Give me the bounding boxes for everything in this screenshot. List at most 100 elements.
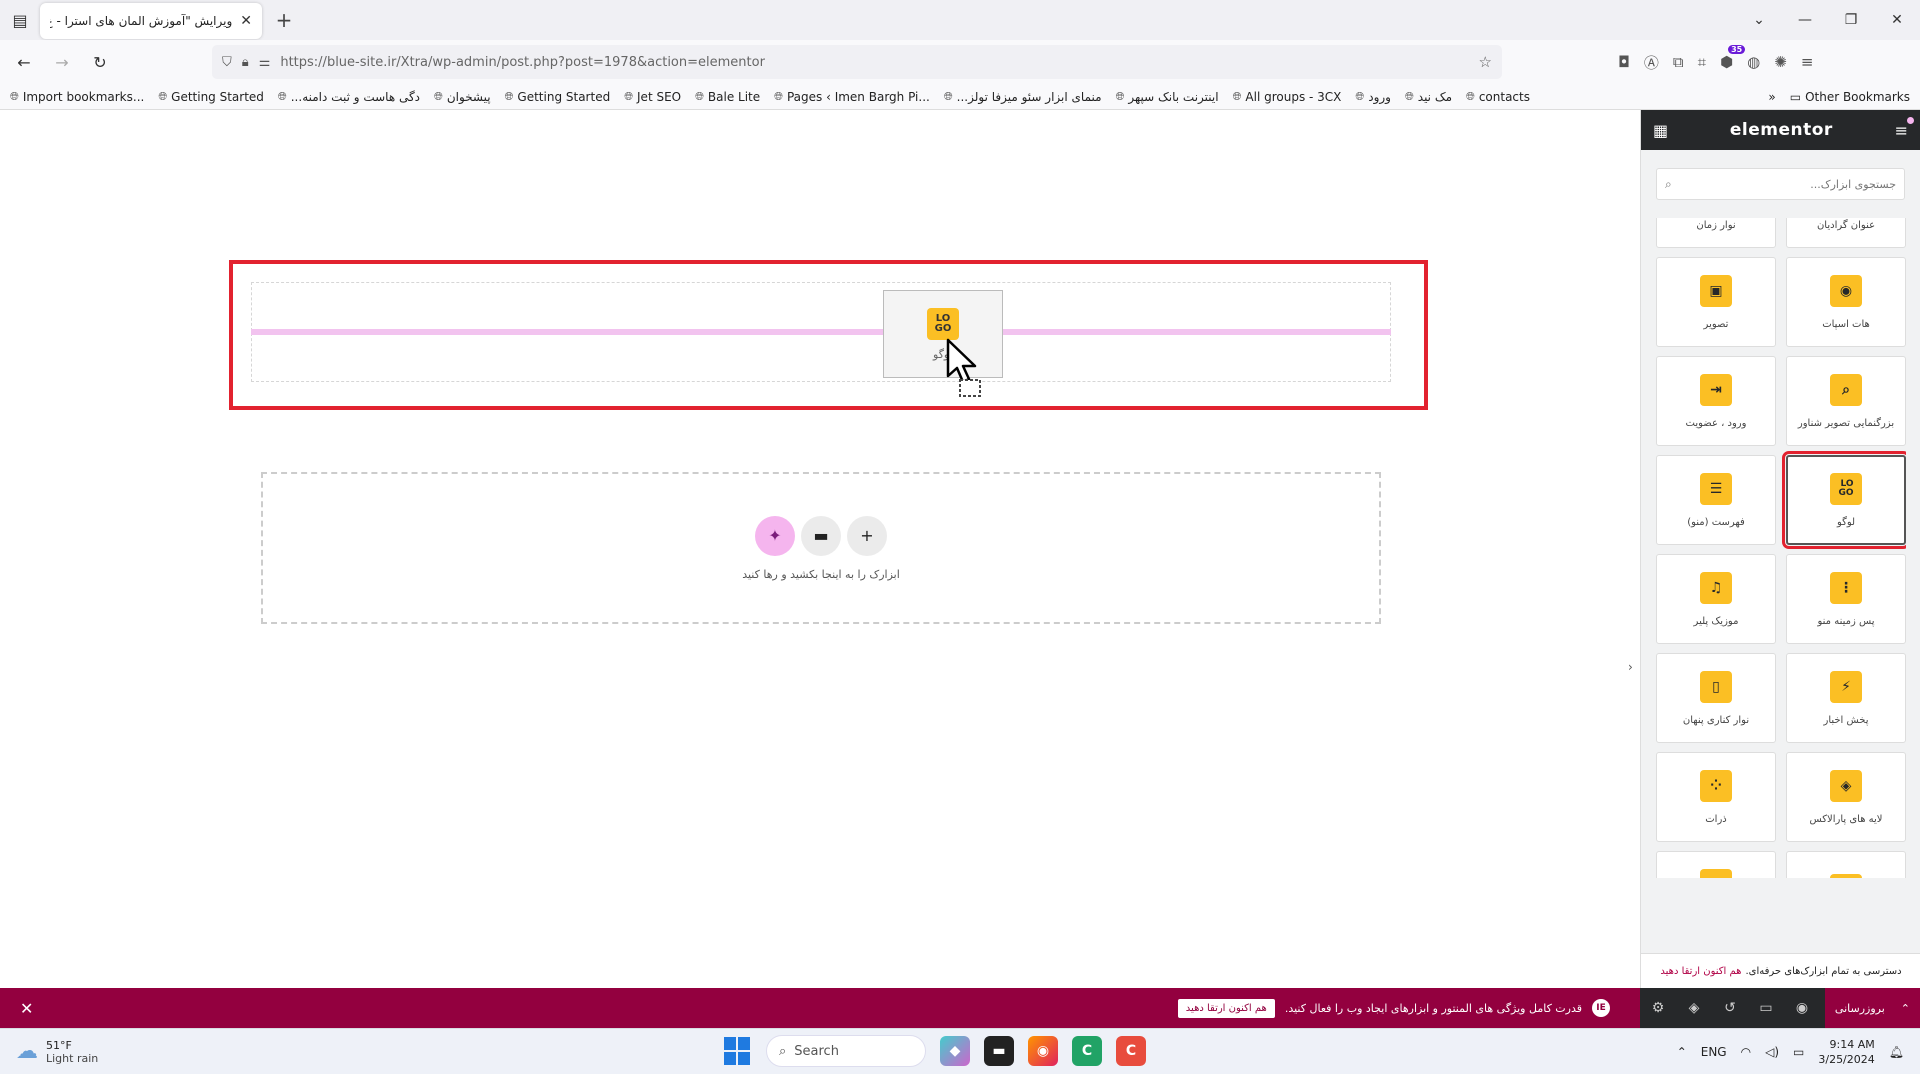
bookmark-item[interactable]: 🌐︎ پیشخوان bbox=[434, 90, 491, 104]
minimize-button[interactable]: — bbox=[1782, 12, 1828, 28]
widget-card[interactable]: ⚡ پخش اخبار bbox=[1786, 653, 1906, 743]
active-tab[interactable]: ✕ ویرایش "آموزش المان های استرا - ع bbox=[40, 3, 262, 39]
close-window-button[interactable]: ✕ bbox=[1874, 12, 1920, 28]
forward-button[interactable]: → bbox=[46, 46, 78, 78]
widget-card[interactable]: ♫ موزیک پلیر bbox=[1656, 554, 1776, 644]
widget-card[interactable]: ⋮ پس زمینه منو bbox=[1786, 554, 1906, 644]
bookmark-item[interactable]: 🌐︎ Jet SEO bbox=[624, 90, 681, 104]
ai-button[interactable]: ✦ bbox=[755, 515, 795, 556]
language-indicator[interactable]: ENG bbox=[1701, 1045, 1727, 1059]
widget-card[interactable]: Tعنوان گرادیان bbox=[1786, 218, 1906, 248]
update-button[interactable]: بروزرسانی ⌃ bbox=[1824, 988, 1920, 1028]
firefox-icon[interactable]: ◉ bbox=[1028, 1036, 1058, 1066]
bookmark-item[interactable]: 🌐︎ Pages ‹ Imen Bargh Pi... bbox=[774, 90, 930, 104]
widget-card[interactable]: ▤نمایش پست ها bbox=[1656, 851, 1776, 878]
update-label: بروزرسانی bbox=[1834, 1001, 1885, 1015]
bookmark-item[interactable]: 🌐︎ All groups - 3CX bbox=[1233, 90, 1342, 104]
bookmark-item[interactable]: 🌐︎ ورود bbox=[1355, 90, 1391, 104]
app-green-icon[interactable]: C bbox=[1072, 1036, 1102, 1066]
close-promo-icon[interactable]: ✕ bbox=[20, 999, 33, 1018]
add-section-button[interactable]: + bbox=[847, 515, 887, 556]
tab-overflow-icon[interactable]: ⌄ bbox=[1736, 12, 1782, 28]
tab-list-icon[interactable]: ▤ bbox=[0, 0, 40, 40]
pocket-icon[interactable]: ◘ bbox=[1618, 53, 1630, 71]
logo-icon: LO GO bbox=[927, 307, 959, 340]
account-icon[interactable]: Ⓐ bbox=[1644, 52, 1659, 73]
template-library-button[interactable]: ▬ bbox=[801, 515, 841, 556]
volume-icon[interactable]: ◁) bbox=[1765, 1045, 1779, 1059]
widget-card[interactable]: LO GO لوگو bbox=[1782, 451, 1906, 549]
widget-card[interactable]: ⌕ بزرگنمایی تصویر شناور bbox=[1786, 356, 1906, 446]
widget-card[interactable]: ◈ لایه های پارالاکس bbox=[1786, 752, 1906, 842]
url-text[interactable]: https://blue-site.ir/Xtra/wp-admin/post.… bbox=[280, 55, 1468, 70]
other-bookmarks-folder[interactable]: ▭ Other Bookmarks bbox=[1790, 90, 1910, 104]
panel-menu-icon[interactable]: ≡ bbox=[1895, 116, 1914, 140]
bookmark-item[interactable]: 🌐︎ ...منمای ابزار سئو میزفا تولز bbox=[944, 90, 1102, 104]
widget-card[interactable]: ▯ نوار کناری پنهان bbox=[1656, 653, 1776, 743]
reload-button[interactable]: ↻ bbox=[84, 46, 116, 78]
notification-dot bbox=[1907, 116, 1914, 124]
bookmark-item[interactable]: 🌐︎ Getting Started bbox=[158, 90, 264, 104]
copilot-icon[interactable]: ◆ bbox=[940, 1036, 970, 1066]
bookmark-item[interactable]: 🌐︎ مک نید bbox=[1405, 90, 1452, 104]
bookmark-item[interactable]: 🌐︎ ...دگی هاست و ثبت دامنه bbox=[278, 90, 420, 104]
navigator-icon[interactable]: ◈ bbox=[1676, 1000, 1712, 1016]
widgets-grid-icon[interactable]: ▦ bbox=[1653, 121, 1668, 140]
widget-card[interactable]: ☰ فهرست (منو) bbox=[1656, 455, 1776, 545]
restore-button[interactable]: ❐ bbox=[1828, 12, 1874, 28]
widget-search-input[interactable] bbox=[1671, 177, 1896, 191]
tray-chevron-icon[interactable]: ⌃ bbox=[1677, 1045, 1687, 1059]
promo-upgrade-button[interactable]: هم اکنون ارتقا دهید bbox=[1177, 998, 1275, 1018]
history-icon[interactable]: ↺ bbox=[1712, 1000, 1748, 1016]
menu-icon[interactable]: ≡ bbox=[1801, 53, 1814, 71]
extension-shield-icon[interactable]: ⬢ 35 bbox=[1720, 45, 1746, 71]
vpn-icon[interactable]: ◍ bbox=[1747, 53, 1760, 71]
widget-search[interactable]: ⌕ bbox=[1656, 168, 1905, 200]
taskbar-search[interactable]: ⌕ Search bbox=[766, 1035, 926, 1067]
image-icon: ▣ bbox=[1700, 274, 1732, 307]
bookmarks-chevron-icon[interactable]: » bbox=[1768, 90, 1775, 104]
file-explorer-icon[interactable]: ▬ bbox=[984, 1036, 1014, 1066]
bookmark-item[interactable]: 🌐︎ Getting Started bbox=[505, 90, 611, 104]
bookmark-label: Bale Lite bbox=[707, 89, 761, 104]
app-red-icon[interactable]: C bbox=[1116, 1036, 1146, 1066]
widget-card[interactable]: ◉ هات اسپات bbox=[1786, 257, 1906, 347]
close-tab-icon[interactable]: ✕ bbox=[240, 13, 252, 29]
widget-card[interactable]: ⋯نوار زمان bbox=[1656, 218, 1776, 248]
preview-icon[interactable]: ◉ bbox=[1784, 1000, 1820, 1016]
notifications-icon[interactable]: 🔔︎ bbox=[1889, 1045, 1904, 1059]
shield-icon[interactable]: ⛉ bbox=[222, 55, 232, 70]
lock-icon[interactable]: 🔒︎ bbox=[242, 55, 249, 70]
widget-card[interactable]: ⁘ ذرات bbox=[1656, 752, 1776, 842]
collapse-panel-icon[interactable]: › bbox=[1628, 660, 1633, 674]
bookmark-star-icon[interactable]: ☆ bbox=[1479, 53, 1492, 71]
widget-grid-scroll[interactable]: Tعنوان گرادیان ⋯نوار زمان ◉ هات اسپات ▣ تصویر… bbox=[1656, 218, 1906, 878]
permissions-icon[interactable]: ⚌ bbox=[259, 55, 271, 70]
extensions-icon[interactable]: ⧉ bbox=[1673, 53, 1684, 71]
bookmark-item[interactable]: 🌐︎ اینترنت بانک سپهر bbox=[1116, 90, 1219, 104]
widget-card[interactable]: ▣ تصویر bbox=[1656, 257, 1776, 347]
addon-icon[interactable]: ✺ bbox=[1774, 53, 1787, 71]
bookmark-label: پیشخوان bbox=[446, 89, 491, 104]
clock[interactable]: 9:14 AM 3/25/2024 bbox=[1818, 1037, 1874, 1067]
windows-start-icon[interactable] bbox=[724, 1037, 752, 1065]
responsive-mode-icon[interactable]: ▭ bbox=[1748, 1000, 1784, 1016]
bookmark-item[interactable]: 🌐︎ contacts bbox=[1466, 90, 1530, 104]
new-tab-button[interactable]: + bbox=[266, 2, 302, 38]
battery-icon[interactable]: ▭ bbox=[1793, 1045, 1804, 1059]
empty-section[interactable]: + ▬ ✦ ابزارک را به اینجا بکشید و رها کنی… bbox=[261, 472, 1381, 624]
address-bar[interactable]: ⛉ 🔒︎ ⚌ https://blue-site.ir/Xtra/wp-admi… bbox=[212, 45, 1502, 79]
upgrade-link[interactable]: هم اکنون ارتقا دهید bbox=[1660, 966, 1741, 977]
drop-instruction: ابزارک را به اینجا بکشید و رها کنید bbox=[742, 567, 900, 581]
chevron-up-icon[interactable]: ⌃ bbox=[1901, 1002, 1910, 1015]
weather-widget[interactable]: ☁ 51°F Light rain bbox=[16, 1039, 98, 1065]
crop-icon[interactable]: ⌗ bbox=[1698, 53, 1706, 71]
widget-card[interactable]: ▢ bbox=[1786, 851, 1906, 878]
bookmark-item[interactable]: 🌐︎ Bale Lite bbox=[695, 90, 760, 104]
back-button[interactable]: ← bbox=[8, 46, 40, 78]
widget-card[interactable]: ⇥ ورود ، عضویت bbox=[1656, 356, 1776, 446]
bookmark-item[interactable]: 🌐︎ Import bookmarks... bbox=[10, 90, 144, 104]
settings-icon[interactable]: ⚙ bbox=[1640, 1000, 1676, 1016]
wifi-icon[interactable]: ◠ bbox=[1741, 1045, 1751, 1059]
bookmark-label: Import bookmarks... bbox=[22, 89, 145, 104]
